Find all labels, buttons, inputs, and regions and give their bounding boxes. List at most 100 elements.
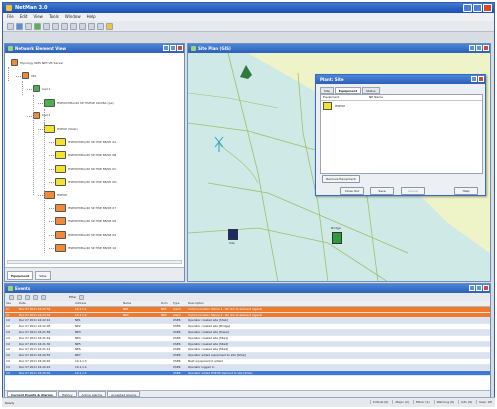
dialog-close-button[interactable] <box>478 76 484 82</box>
open-icon[interactable] <box>16 23 23 30</box>
tree-node-label: HSEUP/MSL/40 SP HSE 88/08 08 <box>68 219 117 224</box>
tree-connector <box>27 115 32 117</box>
tree-node[interactable]: HSEUP/MSL/40 SP HSE 88/08 09 <box>55 230 116 239</box>
menu-edit[interactable]: Edit <box>20 13 28 21</box>
tree-node[interactable]: HSEUP/MSL/40 SP HSE 88/08 07 <box>55 204 117 213</box>
tree-node[interactable]: HSEUP/MSL/40 SP HSE 88/00 0C <box>55 164 116 173</box>
tree-node[interactable]: HSEUP/MSL/40 SP HSE 88/00 0B <box>55 151 116 160</box>
new-icon[interactable] <box>7 23 14 30</box>
panel-minimize-button[interactable] <box>163 45 169 51</box>
equipment-row[interactable]: HSEUP <box>321 101 482 111</box>
tree-node[interactable]: VPs <box>22 72 36 80</box>
tab-equipment[interactable]: Equipment <box>7 271 34 280</box>
events-minimize-button[interactable] <box>469 285 475 291</box>
tree-node-label: HSEUP/MSL/40 SP HSE 88/00 0A <box>68 140 117 145</box>
last-icon[interactable] <box>33 294 38 300</box>
cut-icon[interactable] <box>43 23 50 30</box>
site-marker-site[interactable] <box>228 229 238 240</box>
tree-node[interactable]: HSEUP/MSL/40 SP HSE 88/08 10 <box>55 243 117 252</box>
tree-node[interactable]: HSEUP <box>44 191 67 199</box>
equipment-icon <box>22 72 29 80</box>
table-cell: Dec 07 2011 16:23:34 <box>19 306 51 311</box>
tree-node[interactable]: HSEUP/MSL/40 SP HSE 88/00 0A <box>55 138 117 147</box>
map-maximize-button[interactable] <box>476 45 482 51</box>
tree-node[interactable]: HSEUP/MSL/40 SP HSE 88/00 0D <box>55 177 117 186</box>
tree-connector <box>49 208 54 210</box>
app-icon <box>6 5 12 11</box>
column-severity[interactable]: Sev <box>5 301 19 306</box>
dialog-help-button[interactable] <box>471 76 477 82</box>
column-date[interactable]: Date <box>19 301 75 306</box>
paste-icon[interactable] <box>61 23 68 30</box>
column-name[interactable]: Name <box>123 301 161 306</box>
table-cell: USER <box>173 329 181 334</box>
filter-label[interactable]: Filter <box>69 295 76 299</box>
cancel-button[interactable]: Cancel <box>401 187 425 195</box>
save-button[interactable]: Save <box>370 187 394 195</box>
tree-node[interactable]: HSEUP/MSL/40 SP HSE 88/08 08 <box>55 217 117 226</box>
dialog-tab-site[interactable]: Site <box>320 87 334 94</box>
tree-node[interactable]: Cell 2 <box>33 111 50 119</box>
help-button[interactable]: Help <box>454 187 478 195</box>
menu-tools[interactable]: Tools <box>49 13 59 21</box>
zoom-in-icon[interactable] <box>70 23 77 30</box>
tree-horizontal-scrollbar[interactable] <box>7 260 182 264</box>
map-minimize-button[interactable] <box>469 45 475 51</box>
tree-node[interactable]: Topology NMS NET.VR Server <box>11 59 63 66</box>
save-icon[interactable] <box>25 23 32 30</box>
first-icon[interactable] <box>9 294 14 300</box>
panel-close-button[interactable] <box>177 45 183 51</box>
next-icon[interactable] <box>25 294 30 300</box>
events-table-body: Cr. Dec 07 2011 16:23:34 10.1.1.1 NE1 NE1 Ala… <box>5 306 490 377</box>
column-address[interactable]: Address <box>75 301 123 306</box>
site-properties-dialog: Plant: Site Site Equipment Status Equipm… <box>315 74 486 196</box>
close-out-button[interactable]: Close Out <box>340 187 364 195</box>
equipment-icon <box>44 98 55 107</box>
column-domain[interactable]: Dom <box>161 301 173 306</box>
status-cells: Critical (0) Major (2) Minor (1) Warning… <box>369 400 492 404</box>
menu-view[interactable]: View <box>33 13 43 21</box>
events-close-button[interactable] <box>483 285 489 291</box>
zoom-out-icon[interactable] <box>79 23 86 30</box>
events-icon <box>8 286 13 291</box>
table-cell: Operator created site [Site1] <box>188 335 229 340</box>
table-cell: Alarm <box>173 312 182 317</box>
add-site-icon[interactable] <box>34 23 41 30</box>
column-description[interactable]: Description <box>188 301 490 306</box>
refresh-icon[interactable] <box>88 23 95 30</box>
table-cell: Dec 07 2011 16:21:12 <box>19 347 51 352</box>
menu-file[interactable]: File <box>7 13 14 21</box>
maximize-button[interactable] <box>473 4 482 12</box>
map-close-button[interactable] <box>483 45 489 51</box>
column-type[interactable]: Type <box>173 301 188 306</box>
dialog-tab-status[interactable]: Status <box>362 87 380 94</box>
table-cell <box>123 371 161 376</box>
column-ne-name[interactable]: NE Name <box>367 95 383 100</box>
tree-node-label: HSEUP/MSL/40 SP HSE 88/08 10 <box>68 245 117 250</box>
acknowledge-icon[interactable] <box>41 294 46 300</box>
status-warning: Warning (0) <box>433 400 454 404</box>
dialog-tab-equipment[interactable]: Equipment <box>334 87 362 94</box>
menu-help[interactable]: Help <box>87 13 96 21</box>
menu-window[interactable]: Window <box>65 13 81 21</box>
remove-equipment-button[interactable]: Remove Equipment <box>322 175 360 183</box>
table-row[interactable]: Inf. Dec 07 2011 16:20:01 10.1.1.5 USER Oper… <box>5 370 490 377</box>
close-button[interactable] <box>483 4 492 12</box>
tree-node-label: HSEUP/MSL/40 SP HSE 88/08 07 <box>68 206 117 211</box>
table-cell: USER <box>173 335 181 340</box>
events-maximize-button[interactable] <box>476 285 482 291</box>
copy-icon[interactable] <box>52 23 59 30</box>
filter-icon[interactable] <box>79 294 85 300</box>
tree-node[interactable]: HSEUP (Shsb) <box>44 125 78 133</box>
minimize-button[interactable] <box>463 4 472 12</box>
tree-node[interactable]: HSEUP/MSL/40 SP HSHSE 00/08A (pe) <box>44 98 114 107</box>
table-cell: NE4 <box>75 335 81 340</box>
print-icon[interactable] <box>97 23 104 30</box>
panel-maximize-button[interactable] <box>170 45 176 51</box>
tab-sites[interactable]: Sites <box>35 271 51 280</box>
column-equipment[interactable]: Equipment <box>321 95 367 100</box>
site-marker-bridge[interactable] <box>332 232 342 244</box>
help-icon[interactable] <box>106 23 113 30</box>
tree-node[interactable]: Cell 1 <box>33 85 50 93</box>
previous-icon[interactable] <box>17 294 22 300</box>
